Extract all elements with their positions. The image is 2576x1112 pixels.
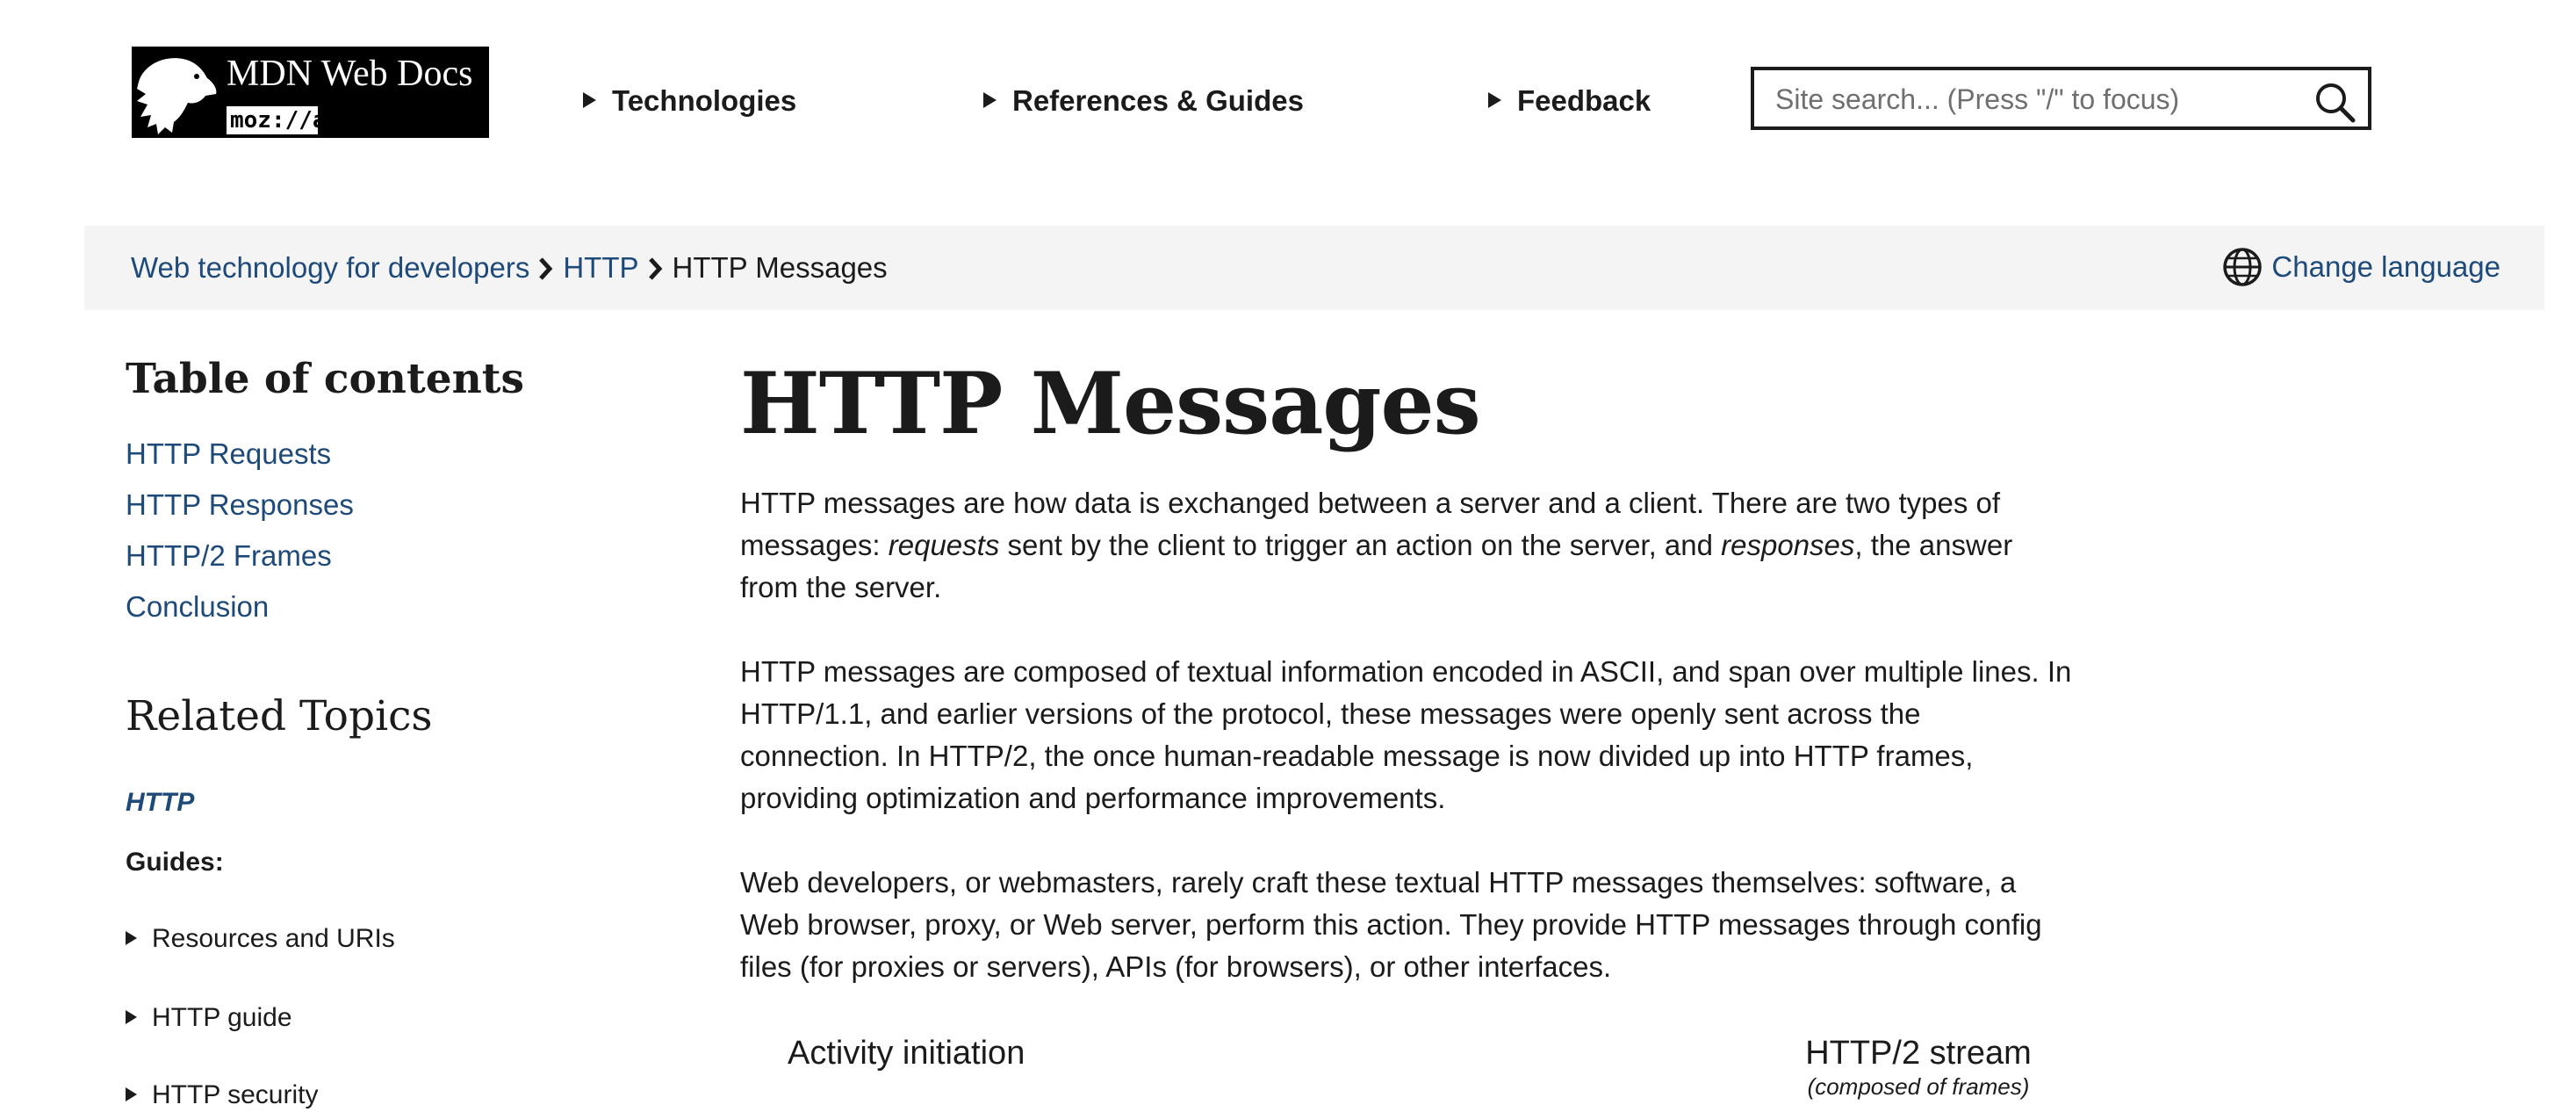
toc-link-http-requests[interactable]: HTTP Requests — [126, 437, 331, 470]
nav-feedback[interactable]: Feedback — [1488, 83, 1651, 119]
expand-triangle-icon — [126, 931, 137, 945]
logo-title: MDN Web Docs — [227, 54, 473, 94]
toc-title: Table of contents — [126, 355, 524, 403]
chevron-right-icon — [648, 257, 662, 280]
nav-technologies[interactable]: Technologies — [583, 83, 796, 119]
breadcrumb-current: HTTP Messages — [672, 251, 888, 284]
search-input[interactable] — [1774, 79, 2295, 119]
sidebar-item-http-security[interactable]: HTTP security — [126, 1079, 318, 1112]
change-language-button[interactable]: Change language — [2222, 245, 2500, 289]
dinosaur-icon — [137, 58, 217, 134]
toc-link-conclusion[interactable]: Conclusion — [126, 590, 269, 623]
composition-paragraph: HTTP messages are composed of textual in… — [740, 655, 2072, 814]
list-item: HTTP Requests — [126, 429, 354, 480]
toc-link-http-responses[interactable]: HTTP Responses — [126, 488, 354, 521]
site-search — [1751, 67, 2371, 130]
expand-triangle-icon — [126, 1010, 137, 1024]
diagram-label-activity: Activity initiation — [788, 1035, 1025, 1072]
toc-link-http2-frames[interactable]: HTTP/2 Frames — [126, 539, 332, 572]
breadcrumb-bar: Web technology for developers HTTP HTTP Me… — [84, 226, 2544, 310]
globe-icon — [2223, 248, 2263, 286]
expand-triangle-icon — [126, 1087, 137, 1101]
sidebar-item-resources-uris[interactable]: Resources and URIs — [126, 922, 395, 956]
list-item: HTTP/2 Frames — [126, 531, 354, 581]
breadcrumb-http[interactable]: HTTP — [563, 251, 638, 284]
breadcrumb: Web technology for developers HTTP HTTP Me… — [131, 250, 888, 285]
expand-triangle-icon — [583, 92, 596, 108]
mozilla-wordmark: moz://a — [227, 106, 327, 134]
nav-references-guides[interactable]: References & Guides — [983, 83, 1304, 119]
related-topics-title: Related Topics — [126, 692, 433, 740]
intro-paragraph: HTTP messages are how data is exchanged … — [740, 487, 2013, 603]
chevron-right-icon — [539, 257, 553, 280]
search-icon[interactable] — [2313, 81, 2357, 125]
breadcrumb-web-technology[interactable]: Web technology for developers — [131, 251, 529, 284]
diagram-label-http2-stream: HTTP/2 stream (composed of frames) — [1805, 1035, 2032, 1100]
guides-label: Guides: — [126, 848, 224, 877]
page-title: HTTP Messages — [740, 354, 1481, 453]
list-item: Conclusion — [126, 581, 354, 632]
expand-triangle-icon — [1488, 92, 1501, 108]
mdn-logo[interactable]: MDN Web Docs moz://a — [132, 47, 489, 138]
toc-list: HTTP Requests HTTP Responses HTTP/2 Fram… — [126, 429, 354, 632]
developers-paragraph: Web developers, or webmasters, rarely cr… — [740, 866, 2042, 983]
list-item: HTTP Responses — [126, 480, 354, 531]
sidebar-item-http-guide[interactable]: HTTP guide — [126, 1001, 292, 1035]
related-http-link[interactable]: HTTP — [126, 786, 194, 820]
expand-triangle-icon — [983, 92, 997, 108]
